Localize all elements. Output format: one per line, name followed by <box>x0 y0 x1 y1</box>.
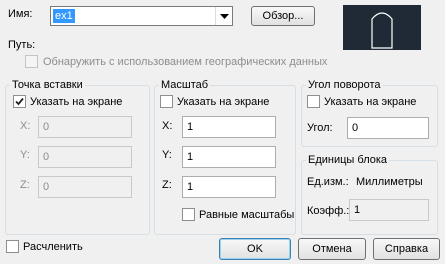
checkmark-icon <box>15 97 24 106</box>
block-units-title: Единицы блока <box>306 153 390 167</box>
insertion-point-title: Точка вставки <box>10 78 85 92</box>
scale-title: Масштаб <box>159 78 211 92</box>
factor-field: 1 <box>349 199 429 221</box>
angle-input[interactable]: 0 <box>347 117 429 139</box>
name-combobox[interactable]: ex1 <box>50 6 233 26</box>
unit-label: Ед.изм.: <box>307 176 349 188</box>
rotation-title: Угол поворота <box>306 78 383 92</box>
block-preview-graphic <box>371 12 393 49</box>
browse-button[interactable]: Обзор... <box>251 6 315 26</box>
cancel-button[interactable]: Отмена <box>298 238 366 260</box>
name-value: ex1 <box>53 9 75 23</box>
block-preview <box>343 5 421 50</box>
scale-y-label: Y: <box>162 149 172 161</box>
ok-button[interactable]: OK <box>219 238 291 260</box>
scale-specify-label: Указать на экране <box>177 96 270 108</box>
insertion-specify-checkbox[interactable] <box>13 95 26 108</box>
insertion-y-label: Y: <box>20 149 30 161</box>
insertion-specify-label: Указать на экране <box>30 96 123 108</box>
name-label: Имя: <box>8 8 33 20</box>
insertion-z-label: Z: <box>20 179 30 191</box>
uniform-scale-label: Равные масштабы <box>199 209 295 221</box>
scale-z-label: Z: <box>162 179 172 191</box>
scale-specify-checkbox[interactable] <box>160 95 173 108</box>
explode-checkbox[interactable] <box>6 240 19 253</box>
uniform-scale-checkbox[interactable] <box>182 208 195 221</box>
rotation-specify-label: Указать на экране <box>324 96 417 108</box>
factor-label: Коэфф.: <box>307 205 350 217</box>
scale-x-label: X: <box>162 120 173 132</box>
scale-x-input[interactable]: 1 <box>182 116 276 138</box>
block-units-group <box>301 160 438 235</box>
rotation-specify-checkbox[interactable] <box>307 95 320 108</box>
unit-value: Миллиметры <box>356 176 423 188</box>
help-button[interactable]: Справка <box>373 238 440 260</box>
geo-checkbox-label: Обнаружить с использованием географическ… <box>43 56 328 68</box>
insertion-z-input[interactable]: 0 <box>38 176 132 198</box>
insertion-x-input[interactable]: 0 <box>38 116 132 138</box>
insertion-y-input[interactable]: 0 <box>38 146 132 168</box>
scale-z-input[interactable]: 1 <box>182 176 276 198</box>
scale-y-input[interactable]: 1 <box>182 146 276 168</box>
angle-label: Угол: <box>307 122 333 134</box>
geo-checkbox[interactable] <box>25 55 38 68</box>
chevron-down-icon[interactable] <box>215 7 232 25</box>
explode-label: Расчленить <box>23 241 83 253</box>
insertion-x-label: X: <box>20 120 31 132</box>
path-label: Путь: <box>8 39 36 51</box>
